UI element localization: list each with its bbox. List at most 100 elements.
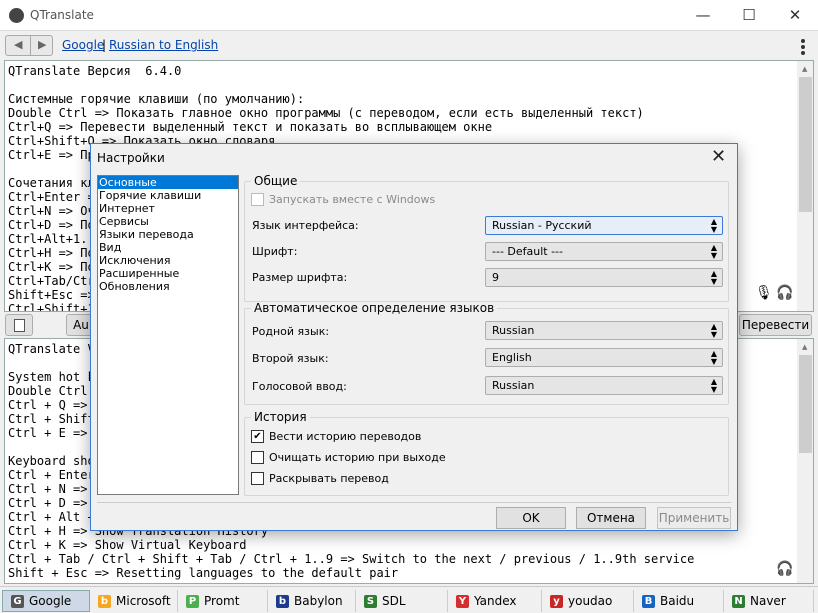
maximize-button[interactable]: ☐ (726, 0, 772, 31)
scroll-up-icon[interactable]: ▲ (802, 343, 807, 351)
expand-translation-checkbox[interactable] (251, 472, 264, 485)
spin-icon: ▲ ▼ (710, 243, 717, 260)
service-label: Babylon (294, 594, 343, 608)
voice-input-select[interactable]: Russian ▲ ▼ (485, 376, 723, 395)
app-logo-icon (9, 8, 24, 23)
text-line: QTranslate Версия 6.4.0 (8, 64, 182, 78)
category-item[interactable]: Расширенные (98, 267, 238, 280)
scroll-thumb[interactable] (799, 355, 812, 453)
service-tab-baidu[interactable]: B Baidu (634, 590, 724, 612)
second-language-select[interactable]: English ▲ ▼ (485, 348, 723, 367)
service-tab-promt[interactable]: P Promt (178, 590, 268, 612)
service-label: youdao (568, 594, 613, 608)
promt-icon: P (186, 594, 199, 608)
category-item[interactable]: Горячие клавиши (98, 189, 238, 202)
clear-history-checkbox[interactable] (251, 451, 264, 464)
text-line: Shift + Esc => Resetting languages to th… (8, 566, 399, 580)
group-title: Автоматическое определение языков (254, 301, 495, 315)
menu-dots-icon[interactable] (801, 39, 805, 57)
youdao-icon: y (550, 594, 563, 608)
service-label: Naver (750, 594, 786, 608)
native-language-label: Родной язык: (252, 325, 330, 338)
spin-icon: ▲ ▼ (710, 269, 717, 286)
spin-icon: ▲ ▼ (710, 217, 717, 234)
service-tab-google[interactable]: G Google (2, 590, 90, 612)
page-icon (14, 319, 25, 332)
service-tab-yandex[interactable]: Y Yandex (448, 590, 542, 612)
cancel-button[interactable]: Отмена (576, 507, 646, 529)
close-button[interactable]: ✕ (772, 0, 818, 31)
category-list[interactable]: Основные Горячие клавиши Интернет Сервисы Яз… (97, 175, 239, 495)
service-tab-youdao[interactable]: y youdao (542, 590, 634, 612)
microsoft-icon: b (98, 594, 111, 608)
service-tab-microsoft[interactable]: b Microsoft (90, 590, 178, 612)
service-label: SDL (382, 594, 406, 608)
service-label: Baidu (660, 594, 695, 608)
font-select[interactable]: --- Default --- ▲ ▼ (485, 242, 723, 261)
settings-dialog: Настройки ✕ Основные Горячие клавиши Интер… (90, 143, 738, 531)
minimize-button[interactable]: — (680, 0, 726, 31)
font-size-select[interactable]: 9 ▲ ▼ (485, 268, 723, 287)
back-icon[interactable]: ◀ (14, 38, 22, 51)
category-item[interactable]: Интернет (98, 202, 238, 215)
direction-link[interactable]: Russian to English (109, 38, 218, 52)
forward-icon[interactable]: ▶ (38, 38, 46, 51)
yandex-icon: Y (456, 594, 469, 608)
service-label: Promt (204, 594, 240, 608)
microphone-icon[interactable]: 🎙 (755, 285, 773, 301)
text-line: Ctrl+Q => Перевести выделенный текст и п… (8, 120, 493, 134)
scroll-up-icon[interactable]: ▲ (802, 65, 807, 73)
history-nav: ◀ ▶ (5, 35, 53, 56)
category-item[interactable]: Основные (98, 176, 238, 189)
keep-history-checkbox[interactable]: ✔ (251, 430, 264, 443)
category-item[interactable]: Обновления (98, 280, 238, 293)
category-item[interactable]: Сервисы (98, 215, 238, 228)
font-size-label: Размер шрифта: (252, 271, 348, 284)
headphones-icon[interactable]: 🎧 (776, 285, 793, 301)
second-language-label: Второй язык: (252, 352, 329, 365)
expand-translation-label: Раскрывать перевод (269, 472, 389, 485)
text-line: Double Ctrl => Показать главное окно про… (8, 106, 644, 120)
voice-input-label: Голосовой ввод: (252, 380, 347, 393)
autostart-checkbox[interactable] (251, 193, 264, 206)
google-icon: G (11, 594, 24, 608)
translate-button[interactable]: Перевести (739, 314, 812, 336)
services-bar: G Google b Microsoft P Promt b Babylon S SDL Y Yand… (0, 586, 818, 613)
service-tab-naver[interactable]: N Naver (724, 590, 814, 612)
spin-icon: ▲ ▼ (710, 322, 717, 339)
font-label: Шрифт: (252, 245, 298, 258)
text-line: Ctrl + Tab / Ctrl + Shift + Tab / Ctrl +… (8, 552, 695, 566)
headphones-icon[interactable]: 🎧 (776, 561, 793, 577)
dialog-title: Настройки (97, 151, 165, 165)
autostart-label: Запускать вместе с Windows (269, 193, 436, 206)
service-tab-babylon[interactable]: b Babylon (268, 590, 356, 612)
service-link[interactable]: Google (62, 38, 104, 52)
category-item[interactable]: Вид (98, 241, 238, 254)
new-document-button[interactable] (5, 314, 33, 336)
spin-icon: ▲ ▼ (710, 349, 717, 366)
clear-history-label: Очищать историю при выходе (269, 451, 446, 464)
spin-icon: ▲ ▼ (710, 377, 717, 394)
service-tab-sdl[interactable]: S SDL (356, 590, 448, 612)
toolbar: ◀ ▶ Google | Russian to English (0, 31, 818, 60)
apply-button[interactable]: Применить (657, 507, 731, 529)
window-title: QTranslate (30, 8, 94, 22)
babylon-icon: b (276, 594, 289, 608)
group-title: История (254, 410, 307, 424)
text-line (8, 78, 644, 92)
result-scrollbar[interactable]: ▲ (797, 339, 813, 583)
source-scrollbar[interactable]: ▲ (797, 61, 813, 311)
keep-history-label: Вести историю переводов (269, 430, 422, 443)
service-label: Microsoft (116, 594, 171, 608)
ok-button[interactable]: OK (496, 507, 566, 529)
text-line: Ctrl + K => Show Virtual Keyboard (8, 538, 247, 552)
category-item[interactable]: Языки перевода (98, 228, 238, 241)
baidu-icon: B (642, 594, 655, 608)
text-line: Системные горячие клавиши (по умолчанию)… (8, 92, 305, 106)
dialog-close-icon[interactable]: ✕ (711, 146, 726, 167)
scroll-thumb[interactable] (799, 77, 812, 212)
sdl-icon: S (364, 594, 377, 608)
native-language-select[interactable]: Russian ▲ ▼ (485, 321, 723, 340)
ui-language-select[interactable]: Russian - Русский ▲ ▼ (485, 216, 723, 235)
category-item[interactable]: Исключения (98, 254, 238, 267)
